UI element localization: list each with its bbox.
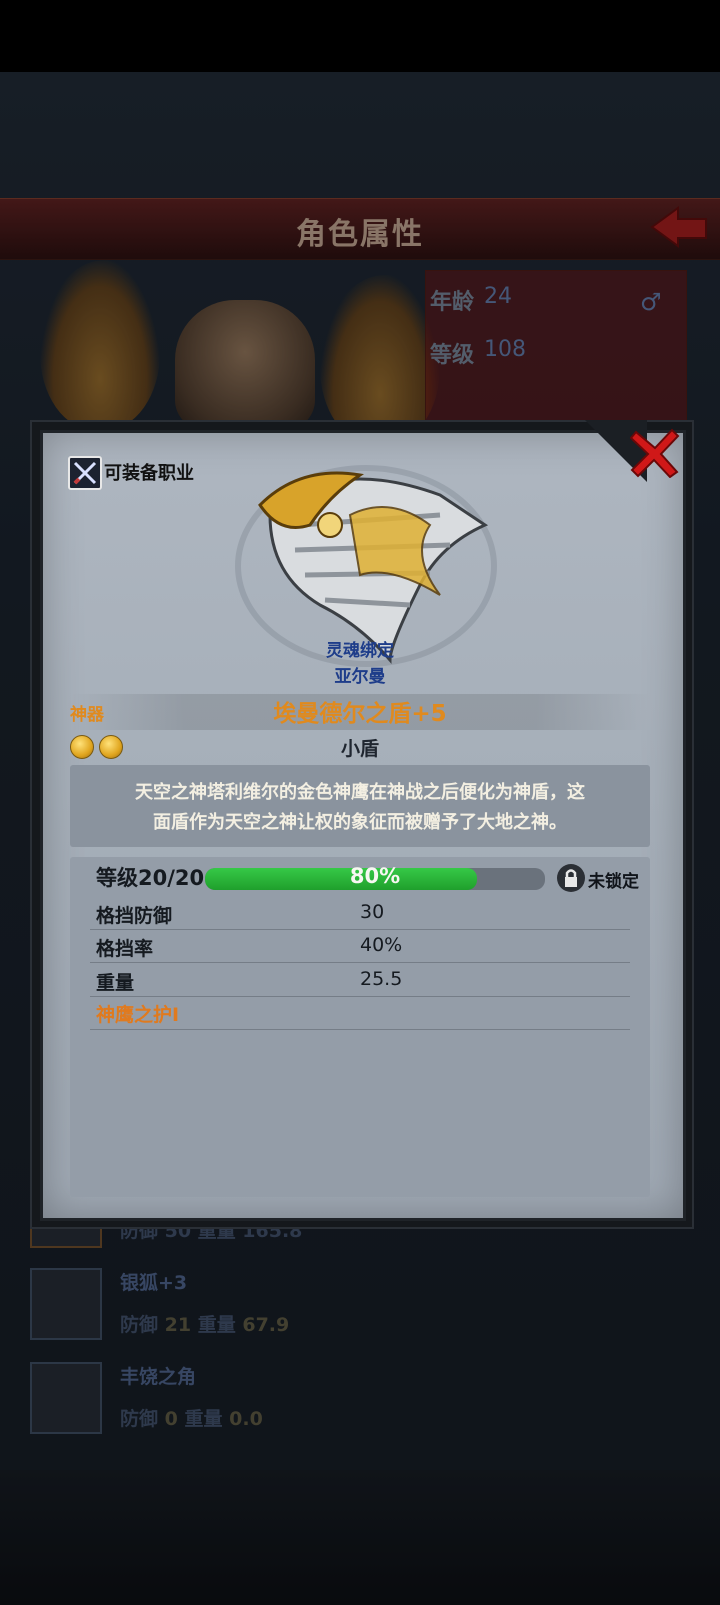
lock-icon[interactable] — [557, 864, 585, 892]
item-rarity: 神器 — [70, 705, 104, 725]
shield-item-image — [258, 471, 489, 665]
gem-socket-icon — [99, 735, 123, 759]
item-description: 天空之神塔利维尔的金色神鹰在神战之后便化为神盾，这 面盾作为天空之神让权的象征而… — [90, 778, 630, 838]
stat-row: 格挡率 40% — [90, 930, 630, 963]
stat-value: 25.5 — [360, 968, 403, 990]
bound-owner: 亚尔曼 — [334, 667, 386, 687]
stat-label: 格挡率 — [96, 938, 154, 960]
close-x-icon[interactable] — [630, 428, 680, 478]
stat-value: 30 — [360, 901, 385, 923]
description-line: 天空之神塔利维尔的金色神鹰在神战之后便化为神盾，这 — [135, 782, 585, 803]
progress-text: 80% — [349, 864, 401, 888]
stat-row: 格挡防御 30 — [90, 897, 630, 930]
job-requirement-label[interactable]: 可装备职业 — [104, 459, 194, 485]
enhance-level: 等级20/20 — [96, 866, 205, 890]
item-skill[interactable]: 神鹰之护I — [96, 1000, 179, 1027]
stat-value: 40% — [360, 934, 403, 956]
lock-status[interactable]: 未锁定 — [588, 867, 639, 892]
stat-label: 重量 — [96, 972, 135, 994]
stat-label: 格挡防御 — [96, 905, 173, 927]
gem-socket-icon — [70, 735, 94, 759]
item-name: 埃曼德尔之盾+5 — [273, 701, 447, 727]
bind-status: 灵魂绑定 — [326, 641, 394, 661]
stat-row: 重量 25.5 — [90, 964, 630, 997]
item-type: 小盾 — [340, 738, 379, 760]
description-line: 面盾作为天空之神让权的象征而被赠予了大地之神。 — [153, 812, 567, 833]
crossed-swords-icon[interactable] — [68, 456, 102, 490]
